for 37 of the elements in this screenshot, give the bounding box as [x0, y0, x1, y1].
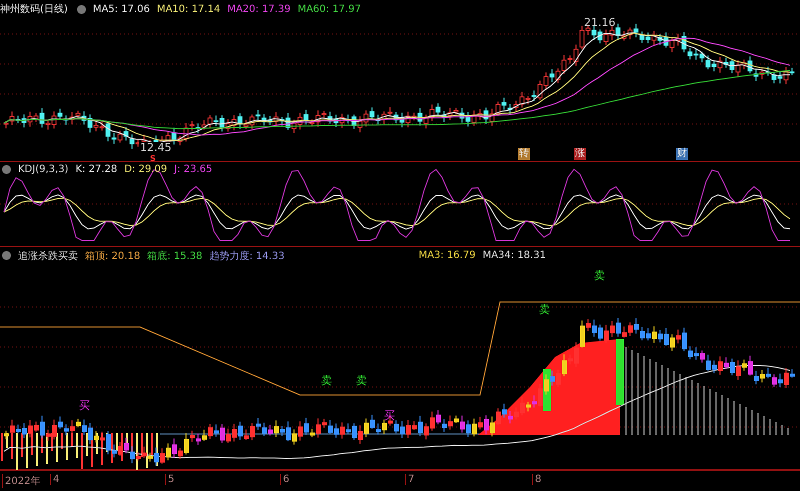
dropdown-icon[interactable]: [2, 251, 11, 260]
indicator-value: MA5: 17.06: [92, 4, 150, 14]
indicator-value: K: 27.28: [75, 164, 118, 176]
event-tag[interactable]: 涨: [574, 148, 586, 160]
axis-label: 6: [280, 474, 290, 486]
indicator-value: J: 23.65: [174, 164, 212, 176]
indicator-value: MA20: 17.39: [227, 4, 291, 14]
indicator-value: 箱底: 15.38: [147, 250, 202, 262]
indicator-value: MA3: 16.79: [418, 250, 476, 261]
axis-label: 8: [532, 474, 542, 486]
axis-label: 2022年: [2, 474, 40, 488]
buy-marker: 买: [384, 408, 395, 422]
sell-marker: 卖: [356, 374, 367, 386]
axis-label: 7: [405, 474, 414, 486]
event-tag[interactable]: 转: [518, 148, 530, 160]
event-tag[interactable]: 财: [676, 148, 688, 160]
indicator-value: MA10: 17.14: [156, 4, 220, 14]
dropdown-icon[interactable]: [2, 165, 11, 174]
high-price-label: 21.16: [584, 16, 616, 29]
axis-label: 4: [50, 474, 60, 486]
chart-title: 神州数码(日线): [0, 2, 68, 16]
indicator-value: 箱顶: 20.18: [85, 250, 140, 262]
indicator-name: KDJ(9,3,3): [18, 164, 68, 176]
indicator-value: MA60: 17.97: [298, 4, 361, 14]
indicator-value: 趋势力度: 14.33: [209, 250, 285, 262]
sell-marker: 卖: [321, 374, 332, 386]
sell-marker: 卖: [594, 268, 605, 282]
dropdown-icon[interactable]: [76, 4, 86, 14]
low-price-label: 12.45: [140, 141, 172, 154]
indicator-value: MA34: 18.31: [482, 250, 546, 261]
axis-label: 5: [165, 474, 174, 486]
indicator-value: D: 29.09: [124, 164, 168, 176]
signal-marker: S: [150, 154, 156, 163]
indicator-name: 追涨杀跌买卖: [18, 250, 78, 262]
sell-marker: 卖: [539, 302, 550, 316]
signal-bar: [616, 338, 624, 404]
buy-marker: 买: [79, 398, 90, 412]
